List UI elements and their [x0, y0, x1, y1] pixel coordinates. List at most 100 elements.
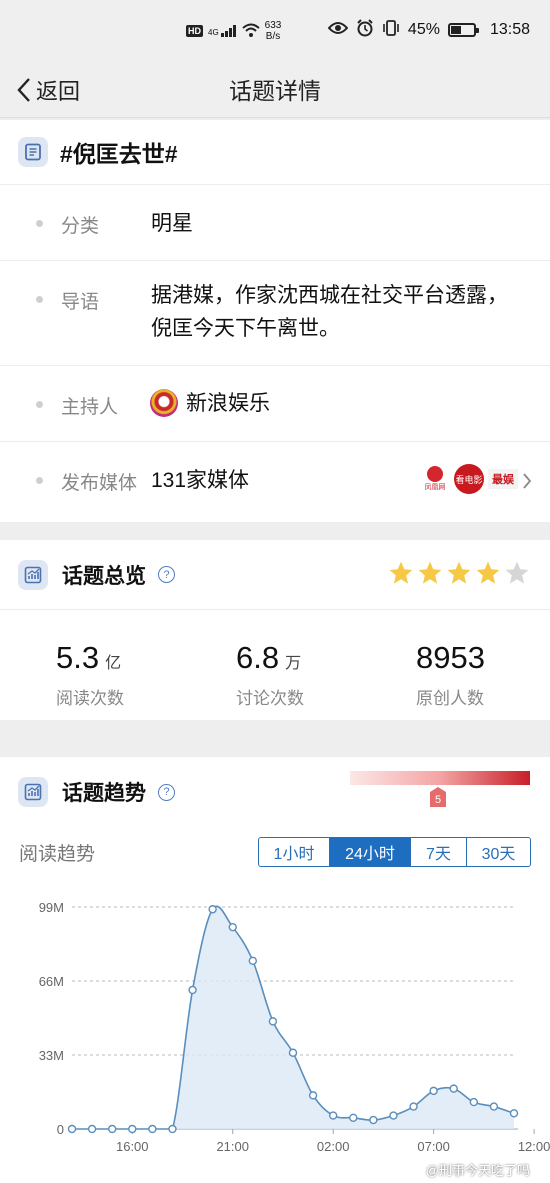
- x-tick-label: 21:00: [216, 1139, 249, 1154]
- watermark: @刑事今天吃了吗: [425, 1163, 530, 1178]
- original-count-label: 原创人数: [416, 689, 484, 708]
- trend-point: [308, 1091, 318, 1100]
- document-icon: [18, 137, 48, 167]
- signal-icon: 4G: [208, 25, 237, 37]
- y-tick-label: 66M: [39, 974, 64, 989]
- y-tick-label: 99M: [39, 900, 64, 915]
- bullet: [36, 296, 43, 303]
- intro-label: 导语: [61, 292, 100, 313]
- trend-point: [349, 1113, 358, 1122]
- time-range-tabs: 1小时 24小时 7天 30天: [258, 837, 531, 867]
- trend-point: [128, 1124, 137, 1134]
- trend-point: [509, 1109, 519, 1118]
- trend-header: 话题趋势 ?: [0, 757, 550, 827]
- nav-header: 返回 话题详情: [0, 60, 550, 118]
- host-row[interactable]: 主持人 新浪娱乐: [0, 366, 550, 442]
- intro-value: 据港媒，作家沈西城在社交平台透露，倪匡今天下午离世。: [151, 284, 508, 340]
- star-filled-icon: [476, 561, 500, 584]
- rating-stars: [388, 560, 530, 586]
- read-count-number: 5.3: [56, 640, 100, 675]
- trend-point: [328, 1111, 338, 1120]
- trend-point: [67, 1124, 77, 1134]
- clock: 13:58: [489, 21, 530, 38]
- read-count-unit: 亿: [105, 655, 122, 672]
- help-icon[interactable]: ?: [158, 783, 175, 801]
- original-count-number: 8953: [416, 640, 485, 675]
- stats-icon: [18, 559, 48, 590]
- back-label: 返回: [36, 79, 81, 104]
- media-value: 131家媒体: [151, 469, 250, 492]
- trend-point: [148, 1124, 157, 1134]
- star-filled-icon: [389, 561, 413, 584]
- discuss-count-label: 讨论次数: [236, 689, 304, 708]
- trend-point: [208, 905, 217, 914]
- star-empty-icon: [505, 561, 529, 584]
- original-count: 8953 原创人数: [416, 640, 491, 709]
- read-count-label: 阅读次数: [56, 689, 124, 708]
- ifeng-logo: 凤凰网: [420, 466, 450, 492]
- trend-point: [469, 1097, 479, 1107]
- trend-point: [389, 1111, 398, 1120]
- intro-row: 导语 据港媒，作家沈西城在社交平台透露，倪匡今天下午离世。: [0, 261, 550, 366]
- trend-point: [248, 956, 258, 966]
- discuss-count: 6.8 万 讨论次数: [236, 640, 304, 709]
- trend-title: 话题趋势: [62, 782, 146, 805]
- chevron-left-icon: [17, 78, 30, 102]
- topic-info-card: #倪匡去世# 分类 明星 导语 据港媒，作家沈西城在社交平台透露，倪匡今天下午离…: [0, 120, 550, 522]
- trend-point: [87, 1124, 97, 1134]
- net-speed: 633 B/s: [265, 20, 282, 42]
- x-tick-label: 16:00: [116, 1139, 149, 1154]
- net-speed-value: 633: [264, 20, 282, 31]
- movie-logo: 看电影: [454, 464, 484, 494]
- net-speed-unit: B/s: [265, 31, 281, 42]
- star-filled-icon: [447, 561, 471, 584]
- x-tick-label: 02:00: [317, 1139, 350, 1154]
- host-label: 主持人: [61, 397, 119, 418]
- topic-name: #倪匡去世#: [60, 141, 178, 167]
- x-tick-label: 07:00: [417, 1139, 450, 1154]
- trend-area: [72, 906, 514, 1129]
- category-label: 分类: [61, 216, 100, 237]
- back-button[interactable]: 返回: [16, 74, 80, 106]
- trend-point: [268, 1017, 278, 1026]
- bullet: [36, 220, 43, 227]
- host-avatar: [150, 389, 178, 417]
- help-icon[interactable]: ?: [158, 566, 175, 583]
- eye-icon: [327, 21, 349, 40]
- bullet: [36, 477, 43, 484]
- trend-point: [449, 1084, 458, 1093]
- trend-card: 话题趋势 ? 5 阅读趋势 1小时 24小时 7天 30天 0 33M 66M 99M…: [0, 757, 550, 1183]
- star-filled-icon: [418, 561, 442, 584]
- overview-card: 话题总览 ? 5.3 亿 阅读次数 6.8 万 讨论次数 8953 原创人数: [0, 540, 550, 720]
- read-trend-label: 阅读趋势: [19, 844, 96, 865]
- overview-header: 话题总览 ?: [0, 540, 550, 610]
- trend-point: [107, 1124, 117, 1134]
- read-trend-chart: 0 33M 66M 99M 16:00 21:00 02:00 07:00 12:00: [39, 900, 550, 1154]
- discuss-count-number: 6.8: [236, 640, 280, 675]
- media-row[interactable]: 发布媒体 131家媒体 凤凰网 看电影 最娱: [0, 442, 550, 520]
- battery-percent: 45%: [407, 21, 440, 38]
- category-value: 明星: [151, 212, 193, 235]
- page-title: 话题详情: [229, 77, 321, 104]
- trend-point: [409, 1102, 418, 1111]
- trend-point: [489, 1102, 499, 1111]
- read-count: 5.3 亿 阅读次数: [56, 640, 124, 709]
- tab-30d[interactable]: 30天: [467, 838, 530, 866]
- tab-1h[interactable]: 1小时: [259, 838, 330, 866]
- host-value: 新浪娱乐: [186, 392, 270, 415]
- battery-icon: [447, 23, 479, 37]
- tab-24h[interactable]: 24小时: [330, 838, 411, 866]
- chevron-right-icon: [523, 473, 532, 489]
- wifi-icon: [242, 23, 260, 40]
- net-type: 4G: [208, 28, 219, 37]
- category-row: 分类 明星: [0, 185, 550, 261]
- tab-7d[interactable]: 7天: [411, 838, 467, 866]
- trend-point: [168, 1124, 177, 1134]
- vibrate-icon: [382, 19, 400, 41]
- trend-icon: [18, 777, 48, 807]
- media-logos: 凤凰网 看电影 最娱: [420, 464, 518, 494]
- media-label: 发布媒体: [61, 473, 138, 494]
- y-tick-label: 33M: [39, 1048, 64, 1063]
- heat-scale-bar: [350, 771, 530, 785]
- x-tick-label: 12:00: [518, 1139, 550, 1154]
